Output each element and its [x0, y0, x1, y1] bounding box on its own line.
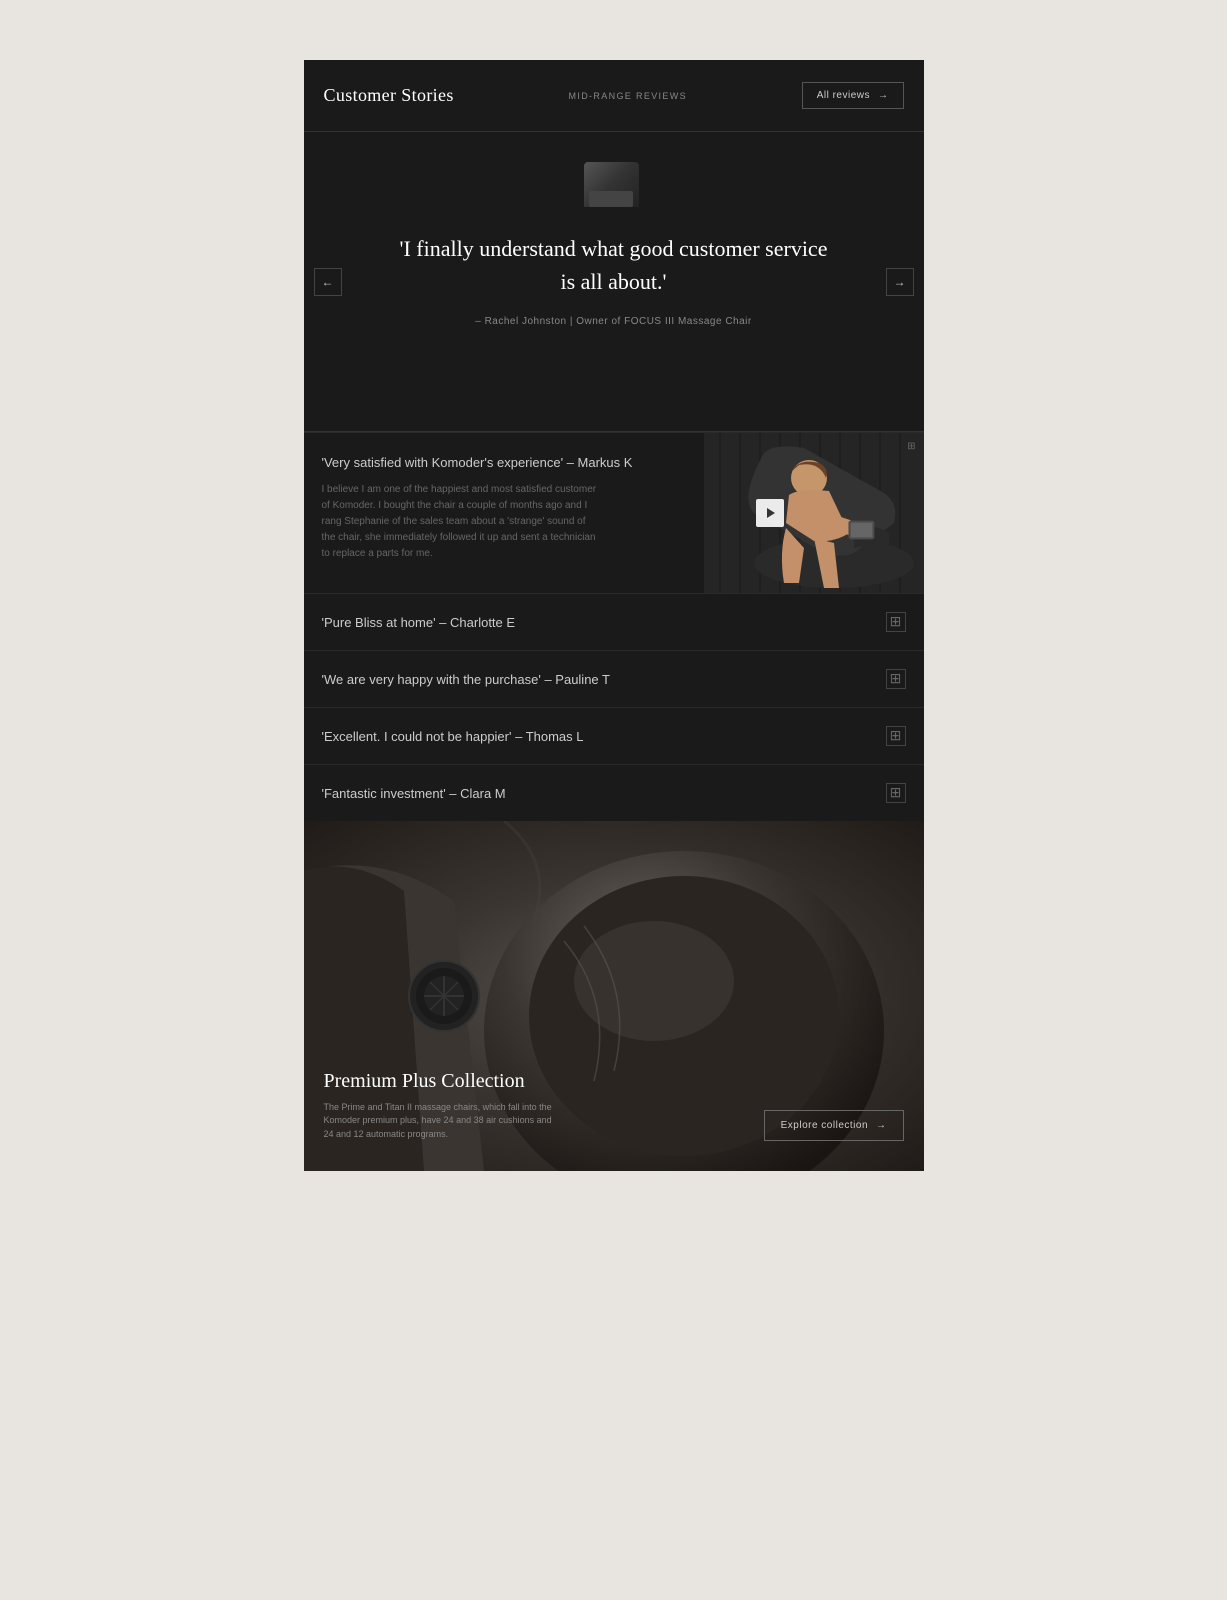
- hero-quote: 'I finally understand what good customer…: [394, 232, 834, 298]
- featured-review-title: 'Very satisfied with Komoder's experienc…: [322, 455, 686, 470]
- section-label: MID-RANGE REVIEWS: [569, 91, 687, 101]
- bottom-description: The Prime and Titan II massage chairs, w…: [324, 1101, 564, 1142]
- accordion-item-4[interactable]: 'Fantastic investment' – Clara M ⊞: [304, 764, 924, 821]
- chair-icon: [584, 162, 639, 207]
- expand-icon[interactable]: ⊞: [907, 441, 915, 452]
- hero-section: ← 'I finally understand what good custom…: [304, 131, 924, 431]
- accordion-expand-icon-4: ⊞: [886, 783, 906, 803]
- bottom-content: Premium Plus Collection The Prime and Ti…: [324, 1070, 904, 1142]
- explore-collection-button[interactable]: Explore collection →: [764, 1110, 904, 1141]
- right-arrow-icon: →: [894, 275, 906, 289]
- page-wrapper: Customer Stories MID-RANGE REVIEWS All r…: [304, 60, 924, 1540]
- accordion-title-3: 'Excellent. I could not be happier' – Th…: [322, 729, 584, 744]
- all-reviews-button[interactable]: All reviews →: [802, 82, 904, 109]
- explore-label: Explore collection: [781, 1120, 868, 1131]
- all-reviews-label: All reviews: [817, 90, 870, 101]
- reviews-section: 'Very satisfied with Komoder's experienc…: [304, 431, 924, 821]
- left-arrow-icon: ←: [322, 275, 334, 289]
- accordion-item-3[interactable]: 'Excellent. I could not be happier' – Th…: [304, 707, 924, 764]
- play-icon: [767, 508, 775, 518]
- hero-next-button[interactable]: →: [886, 268, 914, 296]
- accordion-item-2[interactable]: 'We are very happy with the purchase' – …: [304, 650, 924, 707]
- featured-review-content: 'Very satisfied with Komoder's experienc…: [304, 433, 704, 593]
- explore-arrow-icon: →: [876, 1120, 887, 1131]
- accordion-title-4: 'Fantastic investment' – Clara M: [322, 786, 506, 801]
- review-image-inner: [704, 433, 924, 593]
- featured-review-body: I believe I am one of the happiest and m…: [322, 482, 602, 562]
- accordion-title-1: 'Pure Bliss at home' – Charlotte E: [322, 615, 516, 630]
- hero-attribution: – Rachel Johnston | Owner of FOCUS III M…: [475, 316, 751, 327]
- hero-prev-button[interactable]: ←: [314, 268, 342, 296]
- page-title: Customer Stories: [324, 85, 454, 106]
- bottom-text: Premium Plus Collection The Prime and Ti…: [324, 1070, 564, 1142]
- accordion-expand-icon-3: ⊞: [886, 726, 906, 746]
- play-button[interactable]: [756, 499, 784, 527]
- featured-review: 'Very satisfied with Komoder's experienc…: [304, 432, 924, 593]
- accordion-title-2: 'We are very happy with the purchase' – …: [322, 672, 610, 687]
- bottom-section: Premium Plus Collection The Prime and Ti…: [304, 821, 924, 1171]
- header: Customer Stories MID-RANGE REVIEWS All r…: [304, 60, 924, 131]
- featured-review-image: ⊞: [704, 433, 924, 593]
- accordion-expand-icon-1: ⊞: [886, 612, 906, 632]
- accordion-item-1[interactable]: 'Pure Bliss at home' – Charlotte E ⊞: [304, 593, 924, 650]
- bottom-title: Premium Plus Collection: [324, 1070, 564, 1093]
- product-image: [584, 162, 644, 212]
- person-chair-illustration: [704, 433, 924, 593]
- all-reviews-arrow: →: [878, 90, 889, 101]
- accordion-expand-icon-2: ⊞: [886, 669, 906, 689]
